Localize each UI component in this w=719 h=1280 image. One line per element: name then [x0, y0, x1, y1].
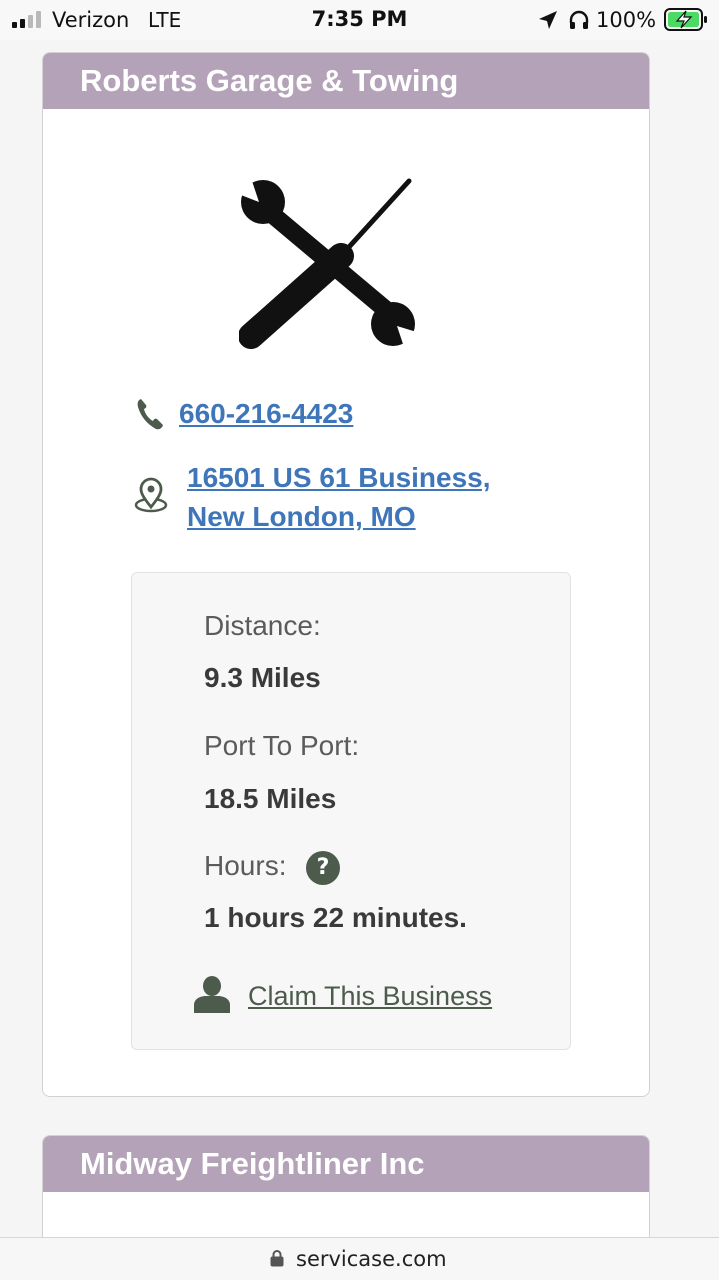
user-icon — [194, 976, 230, 1013]
address-link[interactable]: 16501 US 61 Business, New London, MO — [187, 458, 491, 536]
address-line-1: 16501 US 61 Business, — [187, 462, 491, 493]
lock-icon — [270, 1250, 284, 1267]
port-to-port-label: Port To Port: — [204, 730, 360, 761]
trip-details-panel: Distance: 9.3 Miles Port To Port: 18.5 M… — [131, 572, 571, 1050]
url-domain: servicase.com — [296, 1247, 447, 1271]
wrench-screwdriver-icon — [239, 176, 417, 352]
business-name[interactable]: Roberts Garage & Towing — [43, 53, 649, 109]
question-circle-icon[interactable]: ? — [306, 851, 340, 885]
port-to-port-value: 18.5 Miles — [204, 783, 337, 814]
hours-value: 1 hours 22 minutes. — [204, 902, 467, 933]
location-arrow-icon — [539, 11, 557, 29]
business-name[interactable]: Midway Freightliner Inc — [43, 1136, 649, 1192]
address-line-2: New London, MO — [187, 501, 416, 532]
status-bar: Verizon LTE 7:35 PM 100% — [0, 0, 719, 40]
battery-percent: 100% — [596, 8, 657, 32]
map-pin-icon — [134, 477, 168, 513]
hours-label: Hours: — [204, 850, 287, 881]
phone-link[interactable]: 660-216-4423 — [179, 394, 353, 434]
battery-charging-icon — [664, 8, 707, 31]
listing-card: Roberts Garage & Towing 660-216-4423 165… — [42, 52, 650, 1097]
distance-value: 9.3 Miles — [204, 662, 321, 693]
url-bar[interactable]: servicase.com — [0, 1237, 719, 1280]
claim-business-link[interactable]: Claim This Business — [248, 979, 492, 1013]
distance-label: Distance: — [204, 610, 321, 641]
phone-icon — [137, 399, 163, 430]
headphones-icon — [569, 10, 589, 29]
